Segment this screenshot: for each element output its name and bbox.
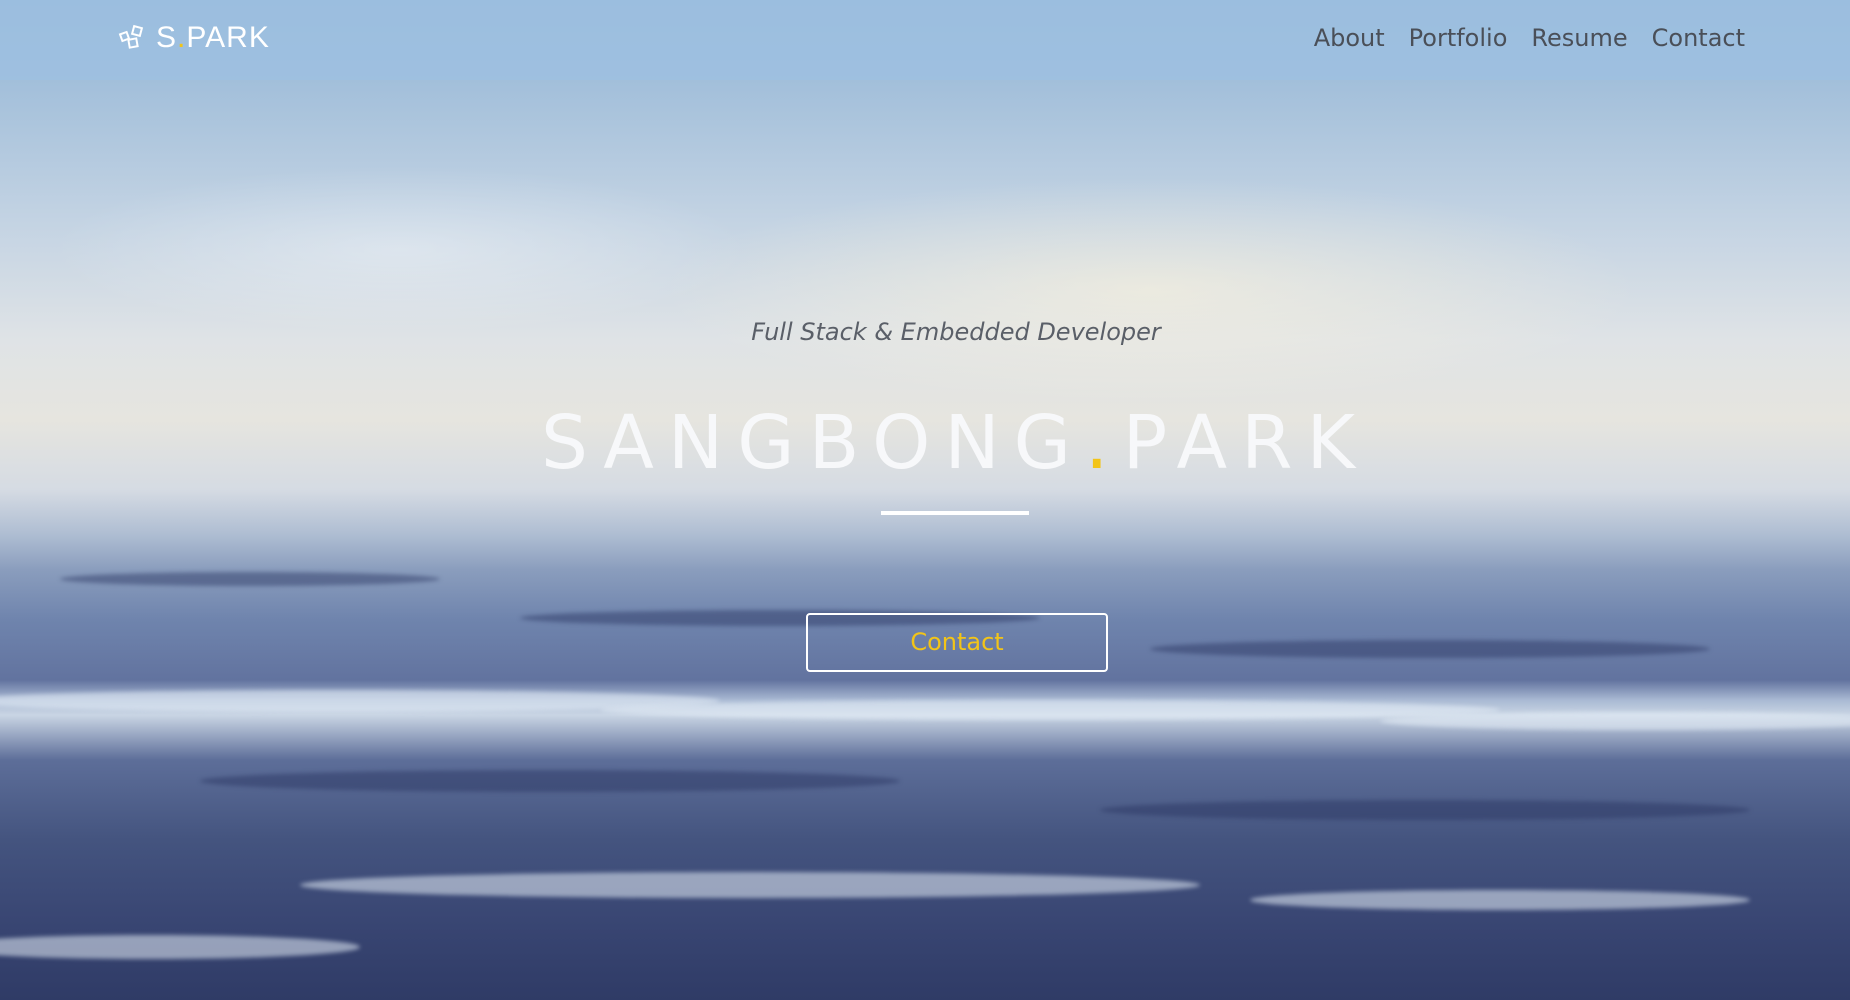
nav-link-contact[interactable]: Contact — [1652, 20, 1745, 56]
navbar: S. PARK About Portfolio Resume Contact — [0, 0, 1850, 80]
hero-divider — [881, 511, 1029, 515]
sea-swell — [1100, 800, 1750, 820]
nav-link-resume[interactable]: Resume — [1531, 20, 1627, 56]
hero-title-last: PARK — [1122, 400, 1370, 486]
hero-title-first: SANGBONG — [540, 400, 1086, 486]
brand-text-dot: . — [177, 21, 187, 54]
hero-subtitle: Full Stack & Embedded Developer — [751, 318, 1161, 346]
contact-button[interactable]: Contact — [806, 613, 1108, 672]
wave-crest — [0, 935, 360, 959]
wave-crest — [300, 872, 1200, 898]
nav-link-portfolio[interactable]: Portfolio — [1409, 20, 1508, 56]
sea-swell — [1150, 640, 1710, 658]
nav-menu: About Portfolio Resume Contact — [1290, 20, 1745, 56]
hero-background — [0, 0, 1850, 1000]
wave-crest — [1380, 712, 1850, 730]
wave-crest — [600, 700, 1500, 720]
hero-title-dot: . — [1085, 400, 1123, 486]
nav-link-about[interactable]: About — [1314, 20, 1385, 56]
brand-text-prefix: S — [156, 21, 178, 54]
boxes-icon — [118, 24, 144, 49]
sea-swell — [200, 770, 900, 792]
brand-logo-link[interactable]: S. PARK — [118, 21, 270, 55]
brand-text-suffix: PARK — [186, 21, 270, 54]
hero-title: SANGBONG.PARK — [0, 400, 1850, 486]
wave-crest — [1250, 890, 1750, 910]
sea-swell — [60, 572, 440, 586]
